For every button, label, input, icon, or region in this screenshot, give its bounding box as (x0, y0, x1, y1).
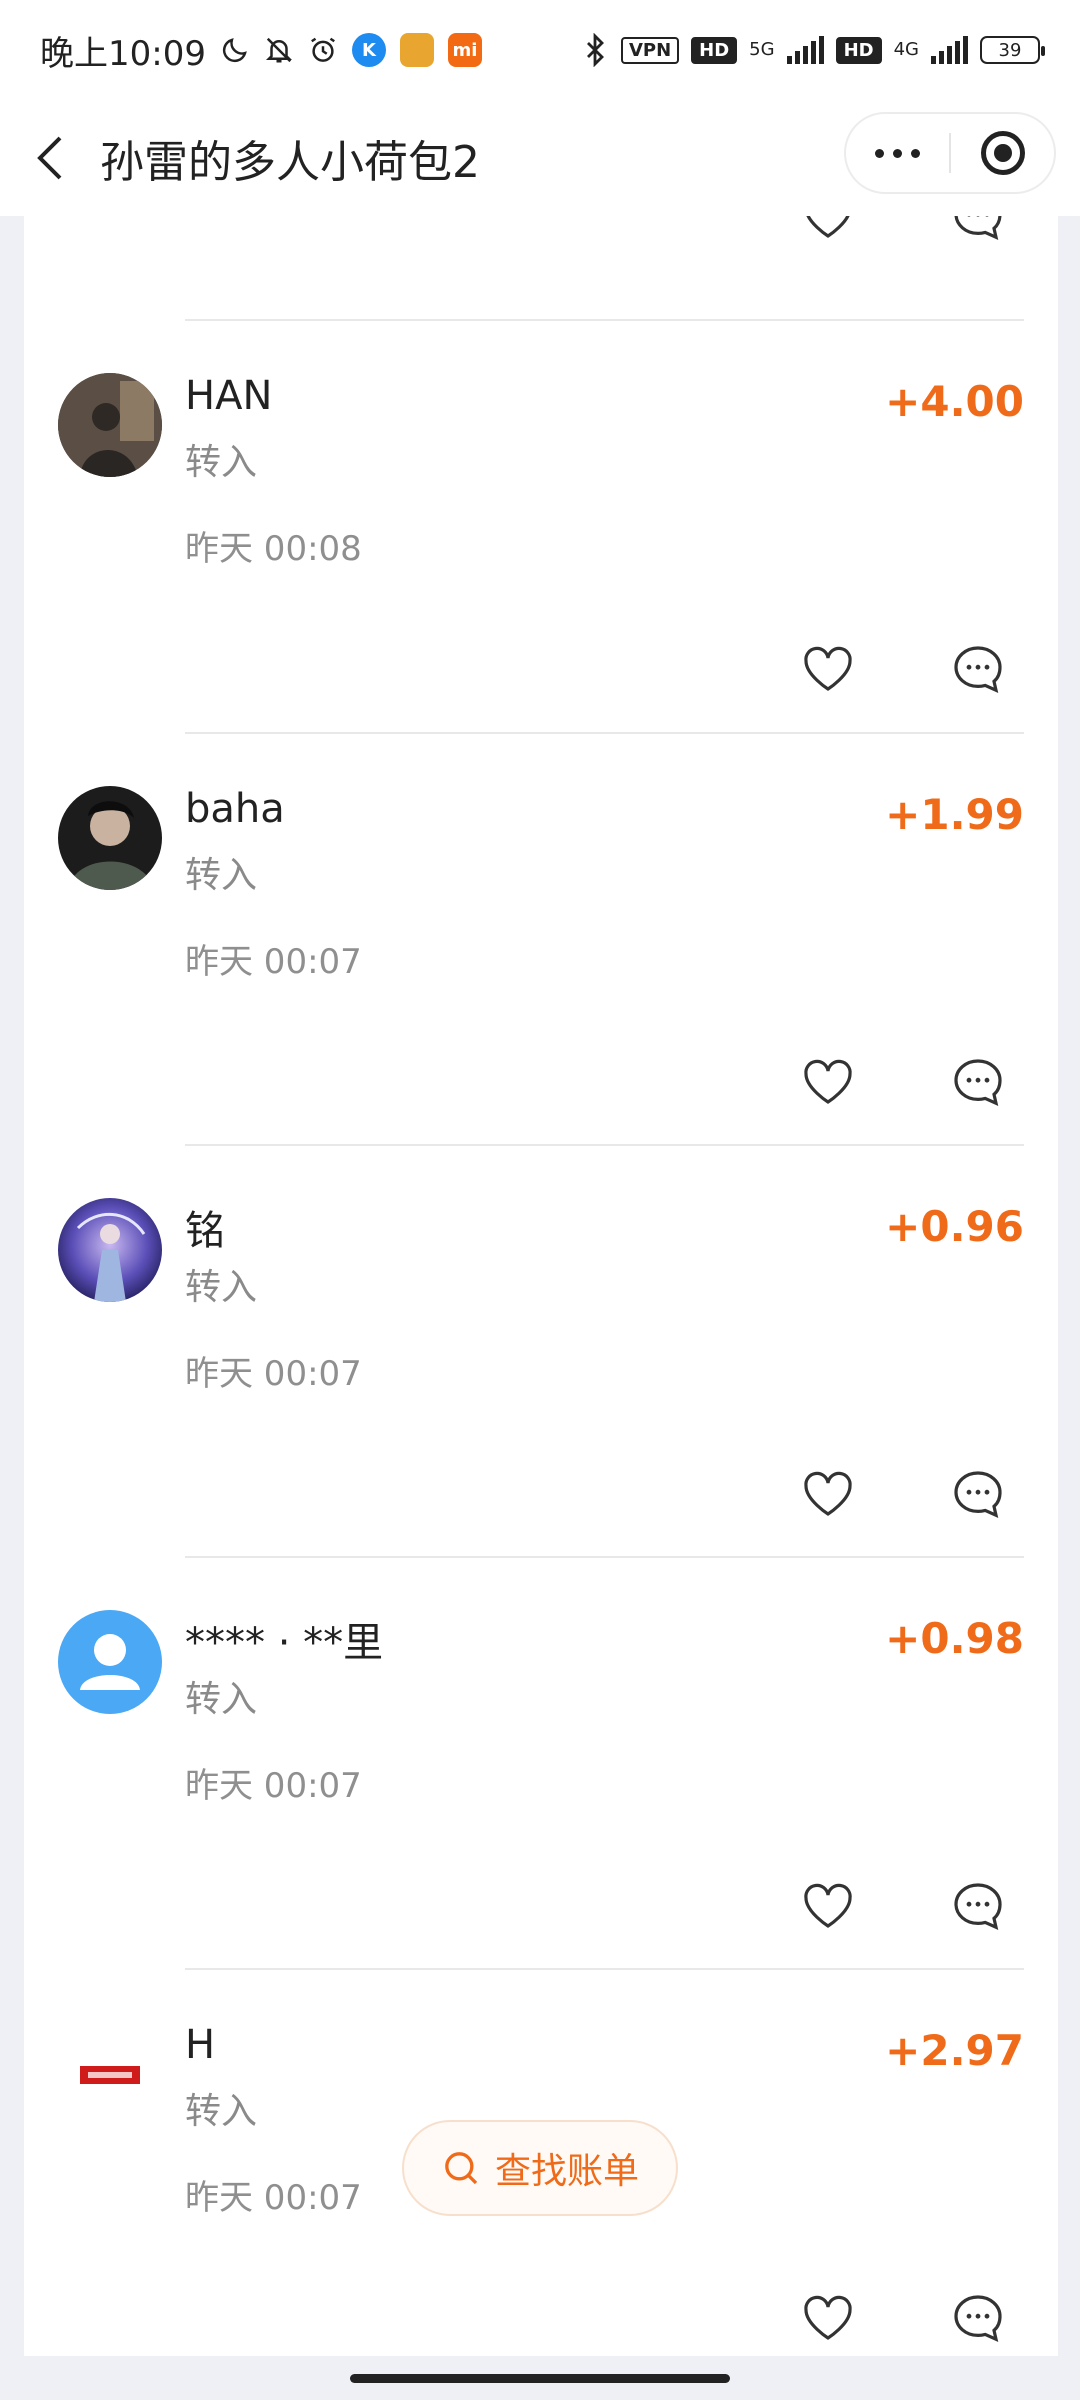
comment-button[interactable] (948, 1466, 1008, 1522)
heart-icon (804, 1059, 852, 1104)
avatar (58, 1198, 162, 1302)
heart-icon (804, 646, 852, 691)
list-item[interactable]: HAN 转入 昨天 00:08 +4.00 (24, 321, 1058, 732)
transaction-time: 昨天 00:07 (185, 2178, 362, 2218)
transaction-amount: +2.97 (885, 2026, 1024, 2075)
transaction-type: 转入 (185, 2091, 258, 2132)
back-button[interactable] (0, 100, 100, 216)
bell-off-icon (264, 35, 294, 65)
default-avatar (58, 1610, 162, 1714)
user-name: 铭 (185, 1208, 225, 1254)
status-right: VPN HD 5G HD 4G 39 (581, 33, 1045, 67)
like-button[interactable] (798, 1878, 858, 1934)
battery-icon: 39 (980, 36, 1045, 64)
hd-badge-1: HD (691, 36, 738, 64)
comment-icon (954, 2295, 1002, 2342)
transaction-type: 转入 (185, 1679, 258, 1720)
app-game-icon (399, 33, 434, 67)
avatar (58, 2022, 162, 2126)
comment-icon (954, 1059, 1002, 1106)
transaction-type: 转入 (185, 1267, 258, 1308)
app-k-icon: K (351, 33, 386, 67)
mini-program-capsule (844, 112, 1056, 194)
avatar (58, 373, 162, 477)
transaction-time: 昨天 00:07 (185, 1354, 362, 1394)
user-name: HAN (185, 373, 273, 419)
heart-icon (806, 216, 850, 238)
list-item[interactable]: baha 转入 昨天 00:07 +1.99 (24, 734, 1058, 1145)
search-bill-button[interactable]: 查找账单 (402, 2120, 678, 2216)
more-icon-dot (911, 148, 920, 158)
more-button[interactable] (846, 114, 949, 192)
previous-entry-actions (24, 216, 1058, 320)
supreme-logo-icon (80, 2066, 140, 2084)
back-icon (37, 136, 62, 180)
vpn-badge: VPN (620, 36, 680, 64)
transaction-amount: +0.96 (885, 1202, 1024, 1251)
user-name: H (185, 2022, 216, 2068)
list-item[interactable]: 铭 转入 昨天 00:07 +0.96 (24, 1146, 1058, 1557)
network-4g: 4G (893, 39, 919, 60)
bill-list: HAN 转入 昨天 00:08 +4.00 baha 转入 昨天 00:07 +… (24, 216, 1058, 2356)
more-icon (875, 148, 884, 158)
bluetooth-icon (581, 33, 609, 67)
network-5g: 5G (749, 39, 775, 60)
xiaomi-icon: mi (447, 33, 482, 67)
status-left: 晚上10:09 K mi (40, 26, 482, 75)
transaction-amount: +4.00 (885, 377, 1024, 426)
transaction-time: 昨天 00:08 (185, 529, 362, 569)
home-indicator[interactable] (350, 2374, 730, 2383)
avatar (58, 786, 162, 890)
like-button[interactable] (798, 641, 858, 697)
signal-icon-2 (931, 36, 968, 64)
comment-icon (954, 646, 1002, 693)
status-time: 晚上10:09 (40, 33, 206, 74)
like-button[interactable] (798, 1466, 858, 1522)
comment-button[interactable] (948, 1878, 1008, 1934)
search-icon (445, 2152, 478, 2185)
user-icon (80, 1634, 140, 1690)
transaction-amount: +0.98 (885, 1614, 1024, 1663)
status-bar: 晚上10:09 K mi VPN HD 5G HD 4G 39 (0, 0, 1080, 100)
comment-icon (954, 216, 1002, 240)
hd-badge-2: HD (835, 36, 882, 64)
comment-button[interactable] (948, 641, 1008, 697)
transaction-time: 昨天 00:07 (185, 1766, 362, 1806)
heart-icon (804, 1471, 852, 1516)
more-icon-dot (893, 148, 902, 158)
search-bill-label: 查找账单 (494, 2151, 639, 2192)
user-name: baha (185, 786, 285, 832)
comment-button[interactable] (948, 2290, 1008, 2346)
alarm-icon (308, 35, 338, 65)
comment-icon (954, 1883, 1002, 1930)
transaction-type: 转入 (185, 442, 258, 483)
signal-icon-1 (786, 36, 824, 64)
like-button[interactable] (798, 216, 858, 244)
comment-button[interactable] (948, 1054, 1008, 1110)
like-button[interactable] (798, 1054, 858, 1110)
comment-icon (954, 1471, 1002, 1518)
like-button[interactable] (798, 2290, 858, 2346)
transaction-time: 昨天 00:07 (185, 942, 362, 982)
heart-icon (804, 1883, 852, 1928)
moon-icon (220, 35, 250, 65)
heart-icon (804, 2295, 852, 2340)
nav-bar: 孙雷的多人小荷包2 (0, 100, 1080, 216)
page-title: 孙雷的多人小荷包2 (100, 137, 480, 188)
user-name: **** · **里 (185, 1620, 384, 1666)
target-icon (980, 131, 1025, 175)
close-mini-program-button[interactable] (951, 114, 1054, 192)
transaction-amount: +1.99 (885, 790, 1024, 839)
transaction-type: 转入 (185, 855, 258, 896)
comment-button[interactable] (948, 216, 1008, 244)
list-item[interactable]: **** · **里 转入 昨天 00:07 +0.98 (24, 1558, 1058, 1969)
